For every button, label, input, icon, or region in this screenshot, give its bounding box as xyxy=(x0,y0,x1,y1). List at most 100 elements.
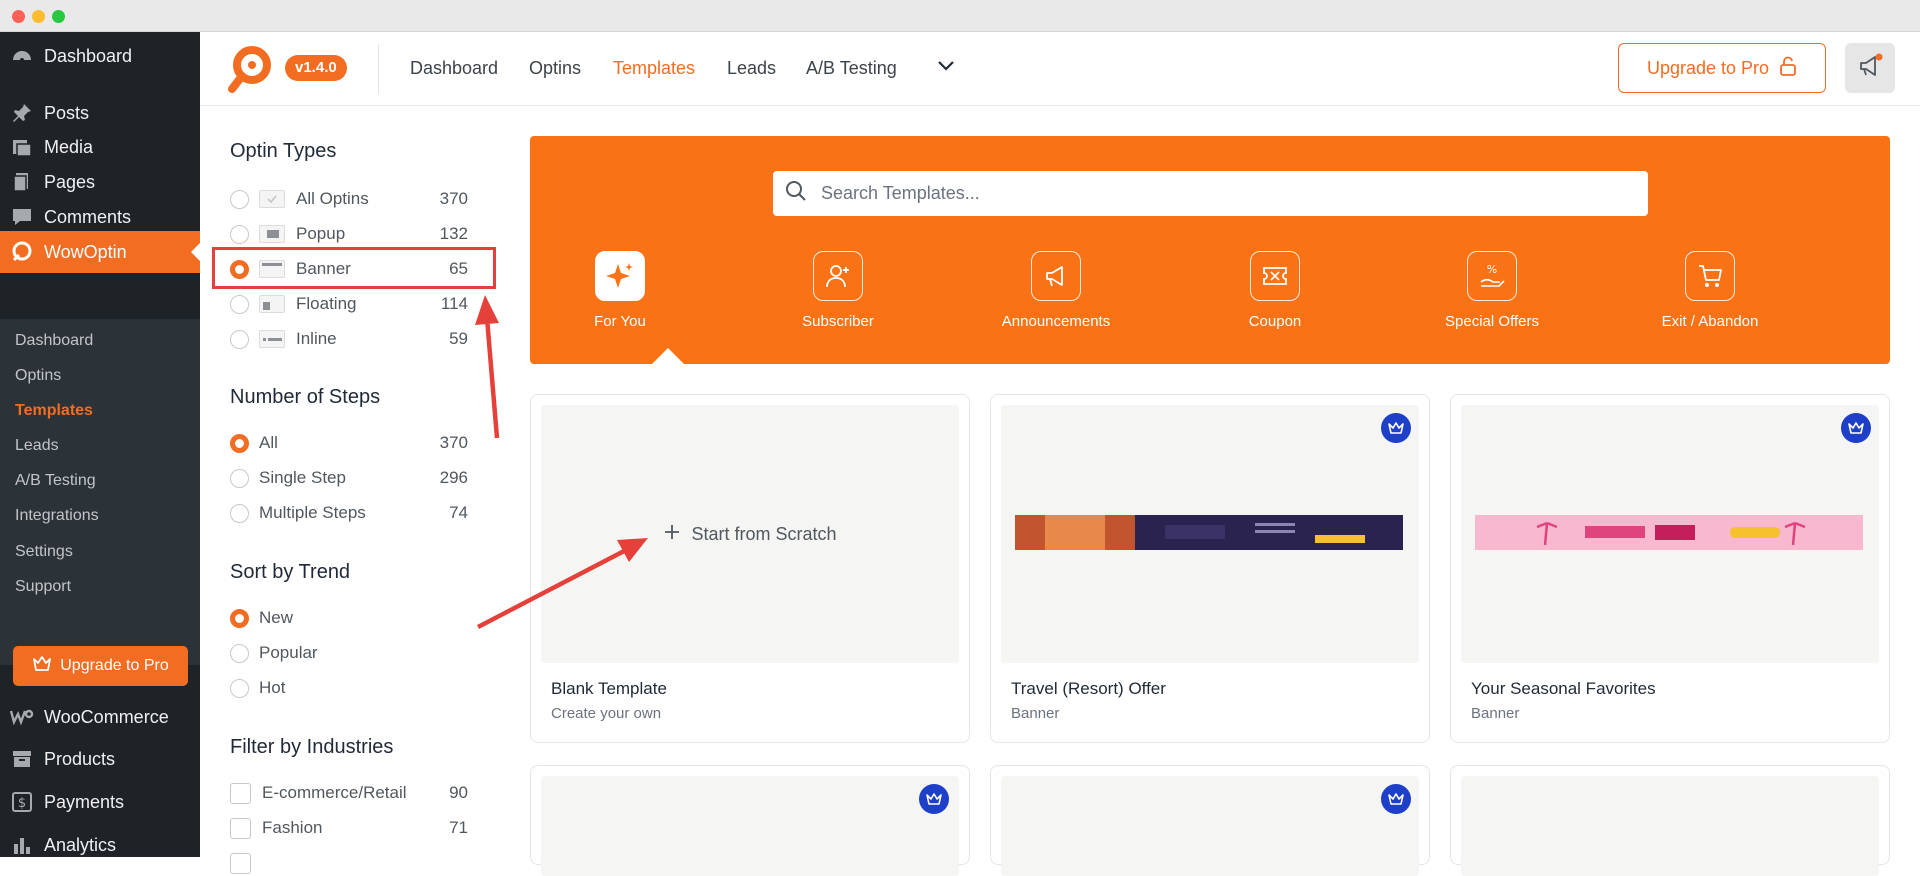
wp-menu-payments[interactable]: $ Payments xyxy=(0,781,200,823)
wp-menu-wowoptin[interactable]: WowOptin xyxy=(0,231,200,273)
category-special-offers[interactable]: % Special Offers xyxy=(1402,251,1582,330)
radio-button[interactable] xyxy=(230,468,249,488)
submenu-integrations[interactable]: Integrations xyxy=(15,507,99,525)
radio-button[interactable] xyxy=(230,189,249,209)
filter-option[interactable] xyxy=(230,850,468,876)
wowoptin-logo-icon[interactable] xyxy=(226,45,274,98)
option-label: New xyxy=(259,608,294,627)
sidebar-upgrade-button[interactable]: Upgrade to Pro xyxy=(13,646,188,686)
radio-button[interactable] xyxy=(230,643,249,663)
submenu-leads[interactable]: Leads xyxy=(15,437,59,455)
template-card[interactable] xyxy=(990,765,1430,876)
filter-option[interactable]: Floating 114 xyxy=(230,291,468,317)
maximize-window-button[interactable] xyxy=(52,10,65,23)
radio-button[interactable] xyxy=(230,329,249,349)
wp-menu-label: Payments xyxy=(44,791,125,812)
wp-menu-products[interactable]: Products xyxy=(0,738,200,780)
wp-menu-dashboard[interactable]: Dashboard xyxy=(0,35,200,77)
radio-button[interactable] xyxy=(230,678,249,698)
template-hero-panel: Search Templates... For You Subscriber A… xyxy=(530,136,1890,364)
search-templates-input[interactable]: Search Templates... xyxy=(773,171,1648,216)
submenu-settings[interactable]: Settings xyxy=(15,543,73,561)
template-preview[interactable]: Start from Scratch xyxy=(541,405,959,663)
filter-option[interactable]: Popup 132 xyxy=(230,221,468,247)
chevron-down-icon[interactable] xyxy=(937,59,955,77)
wp-menu-woocommerce[interactable]: WooCommerce xyxy=(0,696,200,738)
submenu-dashboard[interactable]: Dashboard xyxy=(15,332,93,350)
filter-option[interactable]: Popular xyxy=(230,640,468,666)
filter-option[interactable]: New xyxy=(230,605,468,631)
svg-text:%: % xyxy=(1487,263,1497,276)
all-optins-icon xyxy=(259,190,285,208)
premium-crown-icon xyxy=(1381,413,1411,443)
submenu-support[interactable]: Support xyxy=(15,578,71,596)
nav-optins[interactable]: Optins xyxy=(529,58,581,79)
nav-templates[interactable]: Templates xyxy=(613,58,695,79)
radio-button-selected[interactable] xyxy=(230,608,249,628)
checkbox[interactable] xyxy=(230,817,251,839)
close-window-button[interactable] xyxy=(12,10,25,23)
radio-button[interactable] xyxy=(230,294,249,314)
category-label: Exit / Abandon xyxy=(1661,313,1759,330)
submenu-templates[interactable]: Templates xyxy=(15,402,93,420)
announcements-button[interactable] xyxy=(1845,43,1895,93)
megaphone-icon xyxy=(1031,251,1081,301)
checkbox[interactable] xyxy=(230,852,251,874)
version-badge: v1.4.0 xyxy=(285,55,347,81)
filter-option[interactable]: Fashion 71 xyxy=(230,815,468,841)
filter-option[interactable]: Single Step 296 xyxy=(230,465,468,491)
submenu-ab-testing[interactable]: A/B Testing xyxy=(15,472,96,490)
template-preview[interactable] xyxy=(1461,776,1879,876)
upgrade-to-pro-button[interactable]: Upgrade to Pro xyxy=(1618,43,1826,93)
option-label: Multiple Steps xyxy=(259,503,366,522)
plus-icon xyxy=(663,523,681,546)
filter-option[interactable]: All 370 xyxy=(230,430,468,456)
template-card[interactable] xyxy=(530,765,970,876)
filter-option[interactable]: Multiple Steps 74 xyxy=(230,500,468,526)
minimize-window-button[interactable] xyxy=(32,10,45,23)
trend-heading: Sort by Trend xyxy=(230,561,351,583)
template-card-travel[interactable]: Travel (Resort) Offer Banner xyxy=(990,394,1430,743)
template-preview[interactable] xyxy=(1001,405,1419,663)
nav-dashboard[interactable]: Dashboard xyxy=(410,58,498,79)
checkbox[interactable] xyxy=(230,782,251,804)
template-card-blank[interactable]: Start from Scratch Blank Template Create… xyxy=(530,394,970,743)
submenu-optins[interactable]: Optins xyxy=(15,367,61,385)
wp-menu-label: Pages xyxy=(44,171,96,192)
option-count: 132 xyxy=(439,224,468,243)
upgrade-label: Upgrade to Pro xyxy=(60,657,169,674)
nav-ab-testing[interactable]: A/B Testing xyxy=(806,58,897,79)
template-preview[interactable] xyxy=(541,776,959,876)
template-card[interactable] xyxy=(1450,765,1890,876)
selected-category-pointer xyxy=(652,348,684,364)
radio-button[interactable] xyxy=(230,503,249,523)
template-subtitle: Banner xyxy=(1471,705,1520,722)
wp-menu-label: Dashboard xyxy=(44,45,133,66)
category-announcements[interactable]: Announcements xyxy=(966,251,1146,330)
filter-option[interactable]: Hot xyxy=(230,675,468,701)
archive-icon xyxy=(10,747,34,771)
filter-option[interactable]: Inline 59 xyxy=(230,326,468,352)
radio-button-selected[interactable] xyxy=(230,433,249,453)
travel-banner-preview xyxy=(1015,515,1403,550)
category-coupon[interactable]: Coupon xyxy=(1185,251,1365,330)
wp-menu-analytics[interactable]: Analytics xyxy=(0,824,200,866)
nav-leads[interactable]: Leads xyxy=(727,58,776,79)
premium-crown-icon xyxy=(1381,784,1411,814)
annotation-highlight-box xyxy=(212,247,496,289)
category-exit-abandon[interactable]: Exit / Abandon xyxy=(1620,251,1800,330)
filter-option[interactable]: All Optins 370 xyxy=(230,186,468,212)
start-from-scratch-button[interactable]: Start from Scratch xyxy=(541,405,959,663)
template-preview[interactable] xyxy=(1001,776,1419,876)
radio-button[interactable] xyxy=(230,224,249,244)
category-subscriber[interactable]: Subscriber xyxy=(748,251,928,330)
category-for-you[interactable]: For You xyxy=(530,251,710,330)
wp-menu-label: WooCommerce xyxy=(44,706,169,727)
cart-icon xyxy=(1685,251,1735,301)
plugin-header: v1.4.0 Dashboard Optins Templates Leads … xyxy=(200,32,1920,106)
option-count: 71 xyxy=(449,818,468,837)
filter-option[interactable]: E-commerce/Retail 90 xyxy=(230,780,468,806)
dashboard-gauge-icon xyxy=(10,44,34,68)
template-card-seasonal[interactable]: Your Seasonal Favorites Banner xyxy=(1450,394,1890,743)
template-preview[interactable] xyxy=(1461,405,1879,663)
